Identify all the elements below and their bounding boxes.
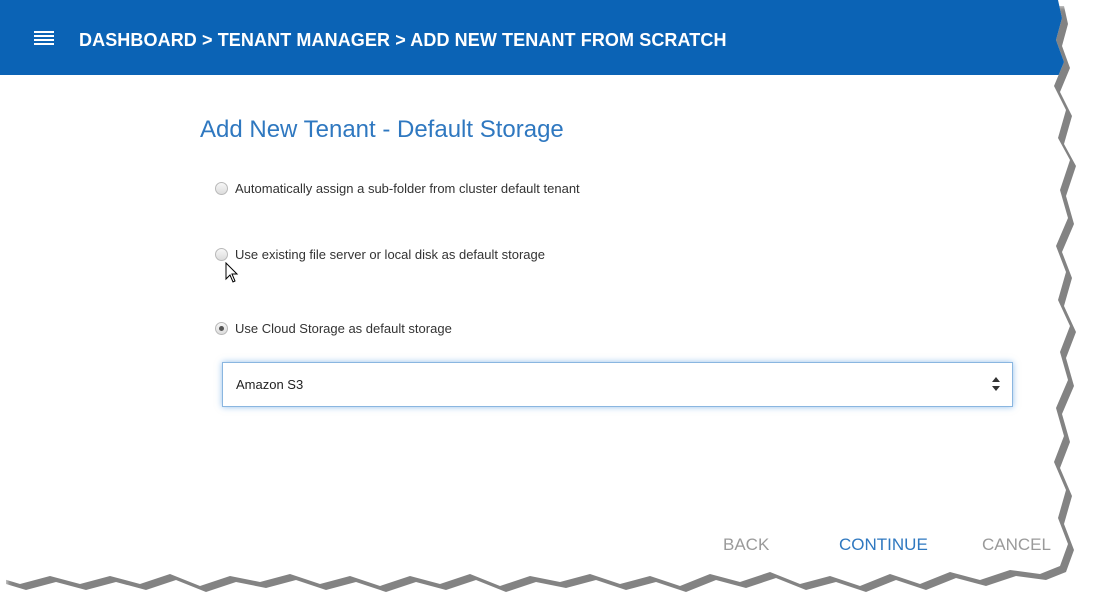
app-window: DASHBOARD > TENANT MANAGER > ADD NEW TEN… xyxy=(0,0,1070,586)
radio-existing-file-server[interactable] xyxy=(215,248,228,261)
mouse-pointer-icon xyxy=(225,262,239,283)
page-title: Add New Tenant - Default Storage xyxy=(200,116,564,143)
back-button[interactable]: BACK xyxy=(723,535,769,555)
option-label: Use Cloud Storage as default storage xyxy=(235,321,452,336)
screenshot-frame: DASHBOARD > TENANT MANAGER > ADD NEW TEN… xyxy=(0,0,1096,612)
continue-button[interactable]: CONTINUE xyxy=(839,535,928,555)
sort-arrows-icon xyxy=(992,377,1000,391)
radio-cloud-storage[interactable] xyxy=(215,322,228,335)
option-existing-file-server[interactable]: Use existing file server or local disk a… xyxy=(215,247,545,262)
select-value: Amazon S3 xyxy=(236,377,304,392)
radio-auto-subfolder[interactable] xyxy=(215,182,228,195)
cancel-button[interactable]: CANCEL xyxy=(982,535,1051,555)
option-auto-subfolder[interactable]: Automatically assign a sub-folder from c… xyxy=(215,181,580,196)
storage-provider-select[interactable]: Amazon S3 xyxy=(222,362,1013,407)
hamburger-menu-icon[interactable] xyxy=(34,31,54,47)
top-bar: DASHBOARD > TENANT MANAGER > ADD NEW TEN… xyxy=(0,0,1070,75)
breadcrumb: DASHBOARD > TENANT MANAGER > ADD NEW TEN… xyxy=(79,30,727,50)
option-cloud-storage[interactable]: Use Cloud Storage as default storage xyxy=(215,321,452,336)
option-label: Use existing file server or local disk a… xyxy=(235,247,545,262)
option-label: Automatically assign a sub-folder from c… xyxy=(235,181,580,196)
